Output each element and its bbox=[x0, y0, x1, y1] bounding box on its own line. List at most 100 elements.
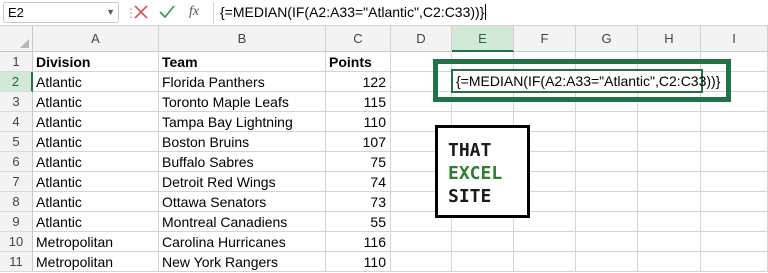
cell-i5[interactable] bbox=[701, 132, 768, 152]
cell-b4[interactable]: Tampa Bay Lightning bbox=[159, 112, 326, 132]
row-header-1[interactable]: 1 bbox=[0, 52, 33, 72]
row-header-4[interactable]: 4 bbox=[0, 112, 33, 132]
cell-b5[interactable]: Boston Bruins bbox=[159, 132, 326, 152]
row-header-2[interactable]: 2 bbox=[0, 72, 33, 92]
cell-g4[interactable] bbox=[576, 112, 638, 132]
row-header-10[interactable]: 10 bbox=[0, 232, 33, 252]
cell-c5[interactable]: 107 bbox=[326, 132, 391, 152]
column-header-f[interactable]: F bbox=[514, 26, 576, 52]
cell-c4[interactable]: 110 bbox=[326, 112, 391, 132]
cell-h5[interactable] bbox=[638, 132, 701, 152]
cell-c10[interactable]: 116 bbox=[326, 232, 391, 252]
column-header-h[interactable]: H bbox=[638, 26, 701, 52]
formula-input[interactable]: {=MEDIAN(IF(A2:A33="Atlantic",C2:C33))} bbox=[220, 3, 487, 21]
cell-b6[interactable]: Buffalo Sabres bbox=[159, 152, 326, 172]
cell-b9[interactable]: Montreal Canadiens bbox=[159, 212, 326, 232]
cell-a7[interactable]: Atlantic bbox=[33, 172, 159, 192]
row-header-3[interactable]: 3 bbox=[0, 92, 33, 112]
cell-b11[interactable]: New York Rangers bbox=[159, 252, 326, 272]
cell-h9[interactable] bbox=[638, 212, 701, 232]
row-header-6[interactable]: 6 bbox=[0, 152, 33, 172]
cell-b8[interactable]: Ottawa Senators bbox=[159, 192, 326, 212]
cell-b10[interactable]: Carolina Hurricanes bbox=[159, 232, 326, 252]
cell-h7[interactable] bbox=[638, 172, 701, 192]
column-header-b[interactable]: B bbox=[159, 26, 326, 52]
insert-function-button[interactable]: fx bbox=[189, 3, 199, 21]
cell-h4[interactable] bbox=[638, 112, 701, 132]
column-header-g[interactable]: G bbox=[576, 26, 638, 52]
cell-b2[interactable]: Florida Panthers bbox=[159, 72, 326, 92]
row-header-8[interactable]: 8 bbox=[0, 192, 33, 212]
select-all-button[interactable] bbox=[0, 26, 33, 52]
cell-a9[interactable]: Atlantic bbox=[33, 212, 159, 232]
row-header-7[interactable]: 7 bbox=[0, 172, 33, 192]
cell-e10[interactable] bbox=[452, 232, 514, 252]
cell-a4[interactable]: Atlantic bbox=[33, 112, 159, 132]
cell-c11[interactable]: 110 bbox=[326, 252, 391, 272]
logo-line-that: THAT bbox=[448, 140, 492, 161]
that-excel-site-logo: THAT EXCEL SITE bbox=[435, 125, 530, 218]
close-icon[interactable] bbox=[134, 4, 148, 20]
cell-a10[interactable]: Metropolitan bbox=[33, 232, 159, 252]
checkmark-icon[interactable] bbox=[159, 4, 175, 20]
cell-h10[interactable] bbox=[638, 232, 701, 252]
column-header-d[interactable]: D bbox=[391, 26, 452, 52]
column-header-c[interactable]: C bbox=[326, 26, 391, 52]
row-header-9[interactable]: 9 bbox=[0, 212, 33, 232]
cell-h6[interactable] bbox=[638, 152, 701, 172]
name-box[interactable]: E2 ▼ bbox=[3, 2, 119, 23]
cell-b1[interactable]: Team bbox=[159, 52, 326, 72]
cell-c9[interactable]: 55 bbox=[326, 212, 391, 232]
formula-bar: E2 ▼ ⋮ fx {=MEDIAN(IF(A2:A33="Atlantic",… bbox=[0, 0, 768, 26]
cell-g9[interactable] bbox=[576, 212, 638, 232]
cell-a1[interactable]: Division bbox=[33, 52, 159, 72]
formula-divider bbox=[213, 2, 214, 24]
formula-text: {=MEDIAN(IF(A2:A33="Atlantic",C2:C33))} bbox=[220, 4, 485, 20]
cell-d10[interactable] bbox=[391, 232, 452, 252]
chevron-down-icon[interactable]: ▼ bbox=[106, 3, 115, 22]
cell-b7[interactable]: Detroit Red Wings bbox=[159, 172, 326, 192]
cell-h8[interactable] bbox=[638, 192, 701, 212]
row-header-11[interactable]: 11 bbox=[0, 252, 33, 272]
cell-b3[interactable]: Toronto Maple Leafs bbox=[159, 92, 326, 112]
cell-g7[interactable] bbox=[576, 172, 638, 192]
select-all-triangle-icon bbox=[20, 39, 29, 48]
cell-g5[interactable] bbox=[576, 132, 638, 152]
cell-i9[interactable] bbox=[701, 212, 768, 232]
cell-e2-active[interactable]: {=MEDIAN(IF(A2:A33="Atlantic",C2:C33))} bbox=[451, 69, 720, 93]
cell-c6[interactable]: 75 bbox=[326, 152, 391, 172]
cell-a5[interactable]: Atlantic bbox=[33, 132, 159, 152]
column-header-a[interactable]: A bbox=[33, 26, 159, 52]
cell-i4[interactable] bbox=[701, 112, 768, 132]
cell-g6[interactable] bbox=[576, 152, 638, 172]
cell-a2[interactable]: Atlantic bbox=[33, 72, 159, 92]
cell-h11[interactable] bbox=[638, 252, 701, 272]
cell-c8[interactable]: 73 bbox=[326, 192, 391, 212]
cell-i8[interactable] bbox=[701, 192, 768, 212]
cell-i7[interactable] bbox=[701, 172, 768, 192]
cell-a6[interactable]: Atlantic bbox=[33, 152, 159, 172]
cell-c2[interactable]: 122 bbox=[326, 72, 391, 92]
cell-f11[interactable] bbox=[514, 252, 576, 272]
logo-line-site: SITE bbox=[448, 186, 492, 207]
cell-c1[interactable]: Points bbox=[326, 52, 391, 72]
cell-g10[interactable] bbox=[576, 232, 638, 252]
cell-a3[interactable]: Atlantic bbox=[33, 92, 159, 112]
cell-g11[interactable] bbox=[576, 252, 638, 272]
cell-e11[interactable] bbox=[452, 252, 514, 272]
cell-d11[interactable] bbox=[391, 252, 452, 272]
cell-g8[interactable] bbox=[576, 192, 638, 212]
cell-a8[interactable]: Atlantic bbox=[33, 192, 159, 212]
row-header-5[interactable]: 5 bbox=[0, 132, 33, 152]
logo-line-excel: EXCEL bbox=[448, 163, 503, 184]
cell-i11[interactable] bbox=[701, 252, 768, 272]
cell-c7[interactable]: 74 bbox=[326, 172, 391, 192]
cell-f10[interactable] bbox=[514, 232, 576, 252]
cell-i10[interactable] bbox=[701, 232, 768, 252]
name-box-value: E2 bbox=[8, 5, 24, 20]
cell-i6[interactable] bbox=[701, 152, 768, 172]
cell-c3[interactable]: 115 bbox=[326, 92, 391, 112]
cell-a11[interactable]: Metropolitan bbox=[33, 252, 159, 272]
column-header-i[interactable]: I bbox=[701, 26, 768, 52]
column-header-e[interactable]: E bbox=[452, 26, 514, 52]
